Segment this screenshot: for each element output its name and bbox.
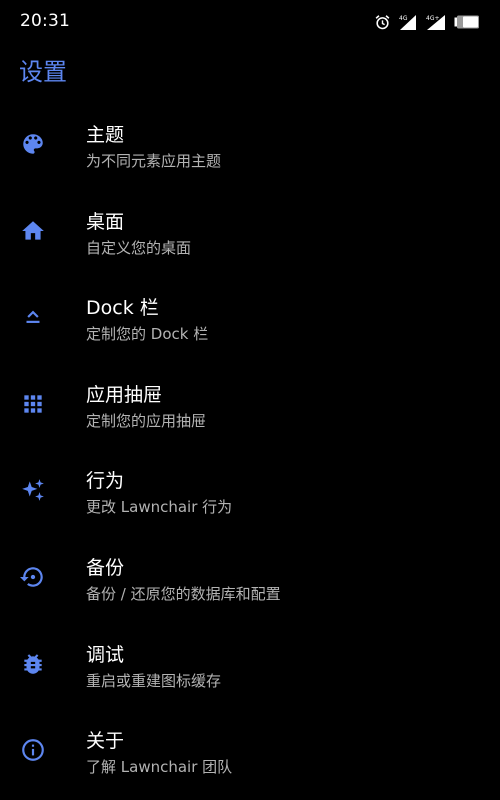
signal-4g-plus-icon: 4G+ (425, 13, 447, 31)
backup-restore-icon (20, 564, 46, 590)
bug-icon (20, 651, 46, 677)
settings-item-title: 调试 (86, 643, 125, 666)
settings-list: 主题 为不同元素应用主题 桌面 自定义您的桌面 Dock 栏 定制您的 Dock… (0, 102, 500, 795)
battery-icon (454, 15, 480, 29)
home-icon (20, 218, 46, 244)
settings-item-subtitle: 定制您的应用抽屉 (86, 411, 207, 430)
settings-item-app-drawer[interactable]: 应用抽屉 定制您的应用抽屉 (0, 362, 500, 449)
settings-item-behavior[interactable]: 行为 更改 Lawnchair 行为 (0, 448, 500, 535)
settings-item-title: Dock 栏 (86, 297, 159, 320)
settings-item-subtitle: 更改 Lawnchair 行为 (86, 498, 233, 517)
settings-item-subtitle: 自定义您的桌面 (86, 238, 192, 257)
settings-item-subtitle: 为不同元素应用主题 (86, 152, 222, 170)
settings-item-debug[interactable]: 调试 重启或重建图标缓存 (0, 622, 500, 709)
settings-item-desktop[interactable]: 桌面 自定义您的桌面 (0, 189, 500, 276)
sparkle-icon (20, 477, 46, 503)
palette-icon (20, 131, 46, 157)
settings-item-backup[interactable]: 备份 备份 / 还原您的数据库和配置 (0, 535, 500, 622)
page-title: 设置 (19, 58, 67, 86)
settings-item-subtitle: 了解 Lawnchair 团队 (86, 758, 233, 777)
alarm-clock-icon (374, 14, 391, 31)
settings-item-title: 关于 (86, 730, 125, 753)
settings-item-theme[interactable]: 主题 为不同元素应用主题 (0, 102, 500, 189)
info-icon (20, 737, 46, 763)
settings-item-title: 备份 (86, 556, 125, 579)
settings-item-title: 主题 (86, 124, 125, 146)
status-icons: 4G 4G+ (374, 12, 480, 32)
settings-item-title: 桌面 (86, 210, 125, 233)
settings-item-about[interactable]: 关于 了解 Lawnchair 团队 (0, 708, 500, 795)
settings-item-title: 行为 (86, 470, 125, 493)
status-time: 20:31 (20, 11, 70, 31)
signal-4g-plus-label: 4G+ (426, 15, 440, 22)
settings-item-subtitle: 备份 / 还原您的数据库和配置 (86, 584, 281, 603)
signal-4g-icon: 4G (398, 13, 418, 31)
settings-item-subtitle: 重启或重建图标缓存 (86, 671, 222, 690)
signal-4g-label: 4G (399, 15, 408, 22)
dock-icon (20, 304, 46, 330)
settings-item-subtitle: 定制您的 Dock 栏 (86, 325, 209, 344)
app-drawer-icon (20, 391, 46, 417)
status-bar: 20:31 4G 4G+ (0, 0, 500, 44)
settings-item-title: 应用抽屉 (86, 383, 163, 406)
settings-item-dock[interactable]: Dock 栏 定制您的 Dock 栏 (0, 275, 500, 362)
